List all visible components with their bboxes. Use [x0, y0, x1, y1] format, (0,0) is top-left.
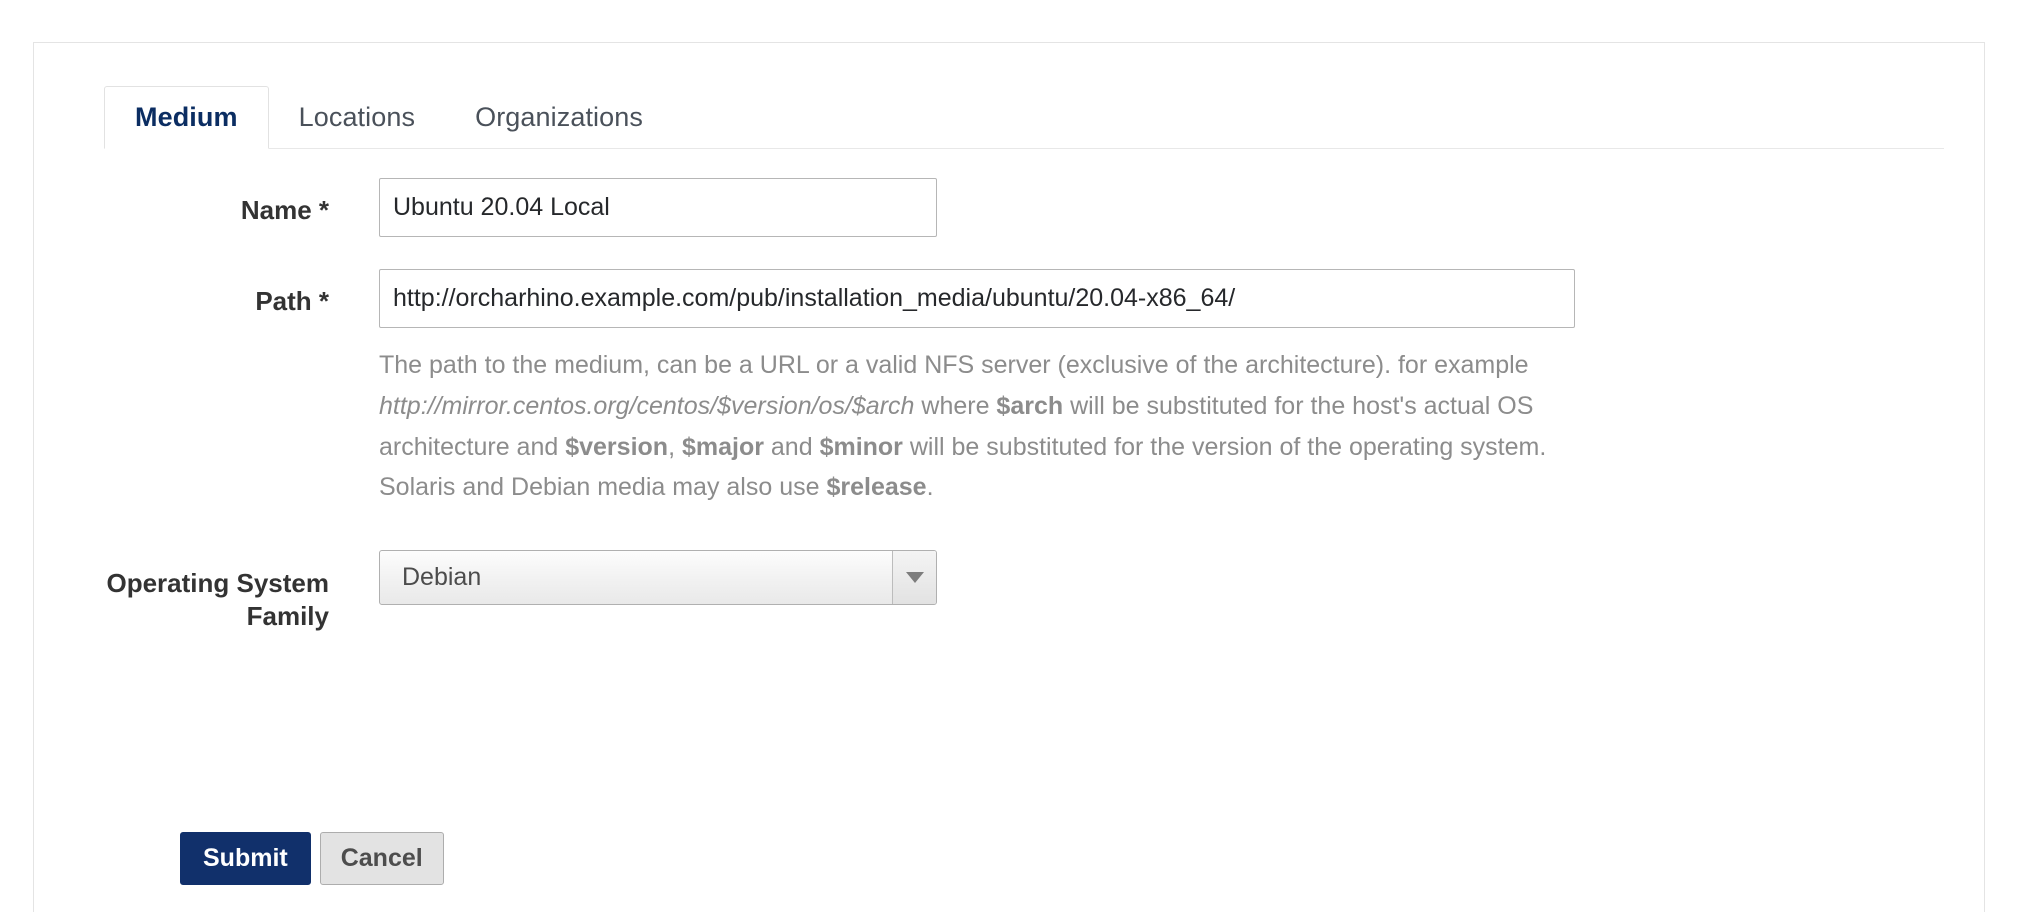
path-field-wrapper: http://orcharhino.example.com/pub/instal…: [379, 269, 1986, 508]
help-var-minor: $minor: [820, 433, 903, 461]
help-period: .: [927, 473, 934, 501]
os-family-label: Operating System Family: [34, 550, 379, 634]
help-part1: The path to the medium, can be a URL or …: [379, 351, 1529, 379]
help-part2: where: [914, 392, 996, 420]
form-actions: Submit Cancel: [180, 832, 444, 885]
help-var-arch: $arch: [996, 392, 1063, 420]
help-part4: and: [764, 433, 820, 461]
form-row-os-family: Operating System Family Debian: [34, 550, 1986, 634]
help-var-version: $version: [565, 433, 668, 461]
name-input[interactable]: Ubuntu 20.04 Local: [379, 178, 937, 237]
os-family-field-wrapper: Debian: [379, 550, 1986, 605]
tab-locations[interactable]: Locations: [269, 86, 445, 149]
cancel-button[interactable]: Cancel: [320, 832, 444, 885]
caret-glyph: [906, 572, 924, 583]
help-var-major: $major: [682, 433, 764, 461]
path-label: Path *: [34, 269, 379, 318]
tab-bar: Medium Locations Organizations: [104, 86, 1944, 149]
help-comma: ,: [668, 433, 682, 461]
tab-locations-label: Locations: [299, 102, 415, 133]
path-help-text: The path to the medium, can be a URL or …: [379, 345, 1579, 508]
os-family-selected-value: Debian: [380, 551, 892, 604]
chevron-down-icon[interactable]: [892, 551, 936, 604]
tab-organizations-label: Organizations: [475, 102, 643, 133]
tab-medium[interactable]: Medium: [104, 86, 269, 149]
help-example-url: http://mirror.centos.org/centos/$version…: [379, 392, 914, 420]
os-family-select[interactable]: Debian: [379, 550, 937, 605]
medium-form-panel: Medium Locations Organizations Name * Ub…: [33, 42, 1985, 912]
name-label: Name *: [34, 178, 379, 227]
submit-button[interactable]: Submit: [180, 832, 311, 885]
form-row-name: Name * Ubuntu 20.04 Local: [34, 178, 1986, 237]
form-row-path: Path * http://orcharhino.example.com/pub…: [34, 269, 1986, 508]
medium-form: Name * Ubuntu 20.04 Local Path * http://…: [34, 178, 1986, 634]
help-var-release: $release: [826, 473, 926, 501]
tab-organizations[interactable]: Organizations: [445, 86, 673, 149]
tab-medium-label: Medium: [135, 102, 238, 133]
path-input[interactable]: http://orcharhino.example.com/pub/instal…: [379, 269, 1575, 328]
name-field-wrapper: Ubuntu 20.04 Local: [379, 178, 1986, 237]
